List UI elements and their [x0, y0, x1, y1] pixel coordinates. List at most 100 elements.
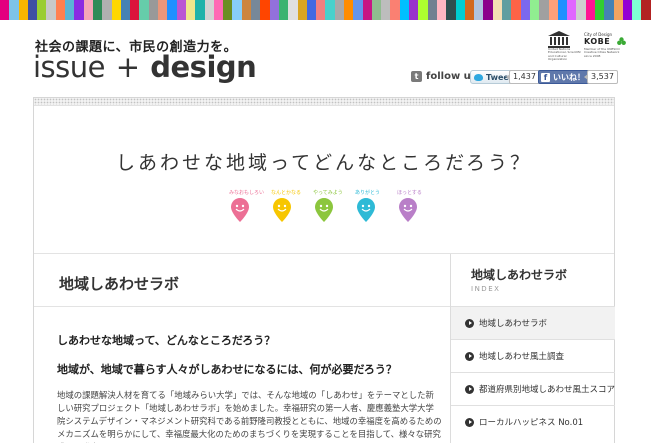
stripe-segment: [139, 0, 149, 20]
unesco-temple-icon: [548, 31, 570, 48]
stripe-segment: [46, 0, 56, 20]
stripe-segment: [390, 0, 400, 20]
stripe-segment: [185, 0, 196, 20]
stripe-segment: [288, 0, 298, 20]
stripe-segment: [213, 0, 224, 20]
question-heading-1: しあわせな地域って、どんなところだろう？: [57, 334, 276, 347]
color-stripe-banner: [0, 0, 651, 20]
stripe-segment: [74, 0, 84, 20]
stripe-segment: [511, 0, 521, 20]
stripe-segment: [343, 0, 354, 20]
stripe-segment: [148, 0, 159, 20]
sidebar-subtitle: INDEX: [471, 285, 501, 293]
stripe-segment: [436, 0, 447, 20]
happiness-pins: みなおもしろい なんとかなる やってみよう ありがとう ほっとする: [229, 189, 424, 229]
stripe-segment: [362, 0, 372, 20]
stripe-segment: [232, 0, 242, 20]
smiley-pin-icon: [357, 198, 375, 222]
twitter-follow-link[interactable]: t follow us: [411, 71, 477, 82]
stripe-segment: [418, 0, 428, 20]
section-title: 地域しあわせラボ: [59, 275, 180, 293]
stripe-segment: [409, 0, 419, 20]
kobe-label: KOBE: [584, 37, 611, 46]
arrow-right-icon: [465, 384, 474, 394]
twitter-bird-icon: [474, 73, 483, 81]
pin-caption: ありがとう: [355, 190, 381, 196]
stripe-segment: [241, 0, 252, 20]
pin-shape: [357, 198, 375, 222]
stripe-segment: [120, 0, 131, 20]
stripe-segment: [371, 0, 382, 20]
site-logo[interactable]: issue + design: [33, 50, 257, 84]
stripe-segment: [548, 0, 558, 20]
stripe-segment: [492, 0, 503, 20]
logo-design: design: [150, 50, 257, 84]
stripe-segment: [223, 0, 233, 20]
stripe-segment: [622, 0, 633, 20]
sidebar-item-lab[interactable]: 地域しあわせラボ: [451, 306, 615, 339]
creative-cities-member-text: Member of the UNESCO Creative Cities Net…: [584, 47, 620, 58]
pin-caption: やってみよう: [313, 190, 343, 196]
stripe-segment: [483, 0, 493, 20]
stripe-segment: [37, 0, 47, 20]
section-divider: [34, 306, 450, 307]
sidebar-item-prefecture-score[interactable]: 都道府県別地域しあわせ風土スコア: [451, 372, 615, 405]
sidebar-index-list: 地域しあわせラボ 地域しあわせ風土調査 都道府県別地域しあわせ風土スコア ローカ…: [451, 306, 615, 438]
stripe-segment: [111, 0, 121, 20]
arrow-right-icon: [465, 417, 474, 427]
pin-shape: [315, 198, 333, 222]
stripe-segment: [455, 0, 465, 20]
stripe-segment: [269, 0, 279, 20]
sidebar: 地域しあわせラボ INDEX 地域しあわせラボ 地域しあわせ風土調査 都道府県別…: [450, 254, 615, 443]
twitter-icon: t: [411, 71, 422, 82]
sidebar-item-label: 地域しあわせ風土調査: [479, 352, 565, 362]
sidebar-item-label: 地域しあわせラボ: [479, 319, 548, 329]
pin-green: やってみよう: [313, 189, 343, 229]
pin-caption: なんとかなる: [271, 190, 302, 196]
smiley-pin-icon: [315, 198, 333, 222]
main-panel: しあわせな地域ってどんなところだろう？ みなおもしろい なんとかなる やってみよ…: [33, 97, 615, 443]
stripe-segment: [27, 0, 38, 20]
stripe-segment: [539, 0, 549, 20]
stripe-segment: [595, 0, 605, 20]
pin-yellow: なんとかなる: [271, 189, 302, 229]
arrow-right-icon: [465, 318, 474, 328]
smiley-pin-icon: [399, 198, 417, 222]
stripe-segment: [204, 0, 214, 20]
stripe-segment: [316, 0, 326, 20]
dotted-panel-header: [34, 98, 614, 106]
hero-title: しあわせな地域ってどんなところだろう？: [116, 152, 532, 174]
stripe-segment: [567, 0, 577, 20]
stripe-segment: [632, 0, 642, 20]
pin-blue: ありがとう: [355, 189, 381, 229]
article-column: 地域しあわせラボ しあわせな地域って、どんなところだろう？ 地域が、地域で暮らす…: [34, 254, 450, 443]
stripe-segment: [9, 0, 19, 20]
stripe-segment: [381, 0, 391, 20]
article-body: 地域の課題解決人材を育てる「地域みらい大学」では、そんな地域の「しあわせ」をテー…: [57, 390, 442, 443]
stripe-segment: [604, 0, 614, 20]
arrow-right-icon: [465, 351, 474, 361]
stripe-segment: [0, 0, 10, 20]
stripe-segment: [529, 0, 540, 20]
kobe-flower-icon: [617, 37, 626, 45]
pin-shape: [399, 198, 417, 222]
stripe-segment: [474, 0, 484, 20]
smiley-pin-icon: [273, 198, 291, 222]
stripe-segment: [502, 0, 512, 20]
pin-caption: ほっとする: [397, 190, 422, 196]
sidebar-item-survey[interactable]: 地域しあわせ風土調査: [451, 339, 615, 372]
stripe-segment: [158, 0, 168, 20]
stripe-segment: [195, 0, 205, 20]
sidebar-item-local-happiness[interactable]: ローカルハッピネス No.01: [451, 405, 615, 438]
stripe-segment: [306, 0, 317, 20]
sidebar-item-label: ローカルハッピネス No.01: [479, 418, 584, 428]
stripe-segment: [297, 0, 307, 20]
pin-pink: みなおもしろい: [229, 189, 264, 229]
stripe-segment: [464, 0, 475, 20]
unesco-city-of-design-logo[interactable]: United Nations Educational, Scientific a…: [548, 31, 626, 63]
stripe-segment: [102, 0, 112, 20]
stripe-segment: [18, 0, 28, 20]
stripe-segment: [176, 0, 186, 20]
facebook-like-button[interactable]: f いいね！: [538, 70, 590, 84]
stripe-segment: [278, 0, 289, 20]
